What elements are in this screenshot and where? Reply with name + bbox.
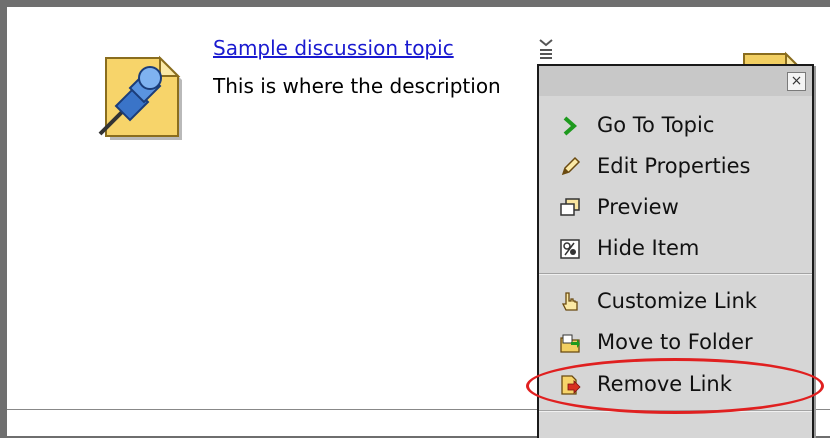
- preview-window-icon: [559, 197, 581, 219]
- topic-link[interactable]: Sample discussion topic: [213, 36, 454, 60]
- menu-item-label: Preview: [597, 195, 679, 219]
- menu-item-customize-link[interactable]: Customize Link: [539, 284, 812, 318]
- hand-pointer-icon: [559, 291, 581, 313]
- remove-link-icon: [559, 374, 581, 396]
- menu-item-move-to-folder[interactable]: Move to Folder: [539, 325, 812, 359]
- discussion-topic-icon: [86, 48, 186, 144]
- hide-item-icon: [559, 238, 581, 260]
- close-icon[interactable]: ×: [787, 72, 806, 91]
- menu-item-preview[interactable]: Preview: [539, 190, 812, 224]
- menu-item-hide-item[interactable]: Hide Item: [539, 231, 812, 265]
- menu-item-label: Customize Link: [597, 289, 757, 313]
- menu-item-go-to-topic[interactable]: Go To Topic: [539, 108, 812, 142]
- menu-item-remove-link[interactable]: Remove Link: [539, 367, 812, 401]
- menu-divider: [539, 273, 812, 275]
- menu-item-label: Hide Item: [597, 236, 700, 260]
- menu-item-edit-properties[interactable]: Edit Properties: [539, 149, 812, 183]
- move-folder-icon: [559, 332, 581, 354]
- menu-item-label: Remove Link: [597, 372, 732, 396]
- context-menu-trigger-icon[interactable]: [536, 37, 556, 61]
- context-menu: × Go To Topic Edit Properties Preview Hi…: [537, 64, 814, 438]
- pencil-icon: [559, 156, 581, 178]
- topic-description: This is where the description: [213, 74, 501, 98]
- menu-divider: [539, 410, 812, 412]
- menu-item-label: Move to Folder: [597, 330, 753, 354]
- chevron-right-icon: [559, 115, 581, 137]
- context-menu-header: ×: [539, 66, 812, 96]
- menu-item-label: Go To Topic: [597, 113, 715, 137]
- menu-item-label: Edit Properties: [597, 154, 751, 178]
